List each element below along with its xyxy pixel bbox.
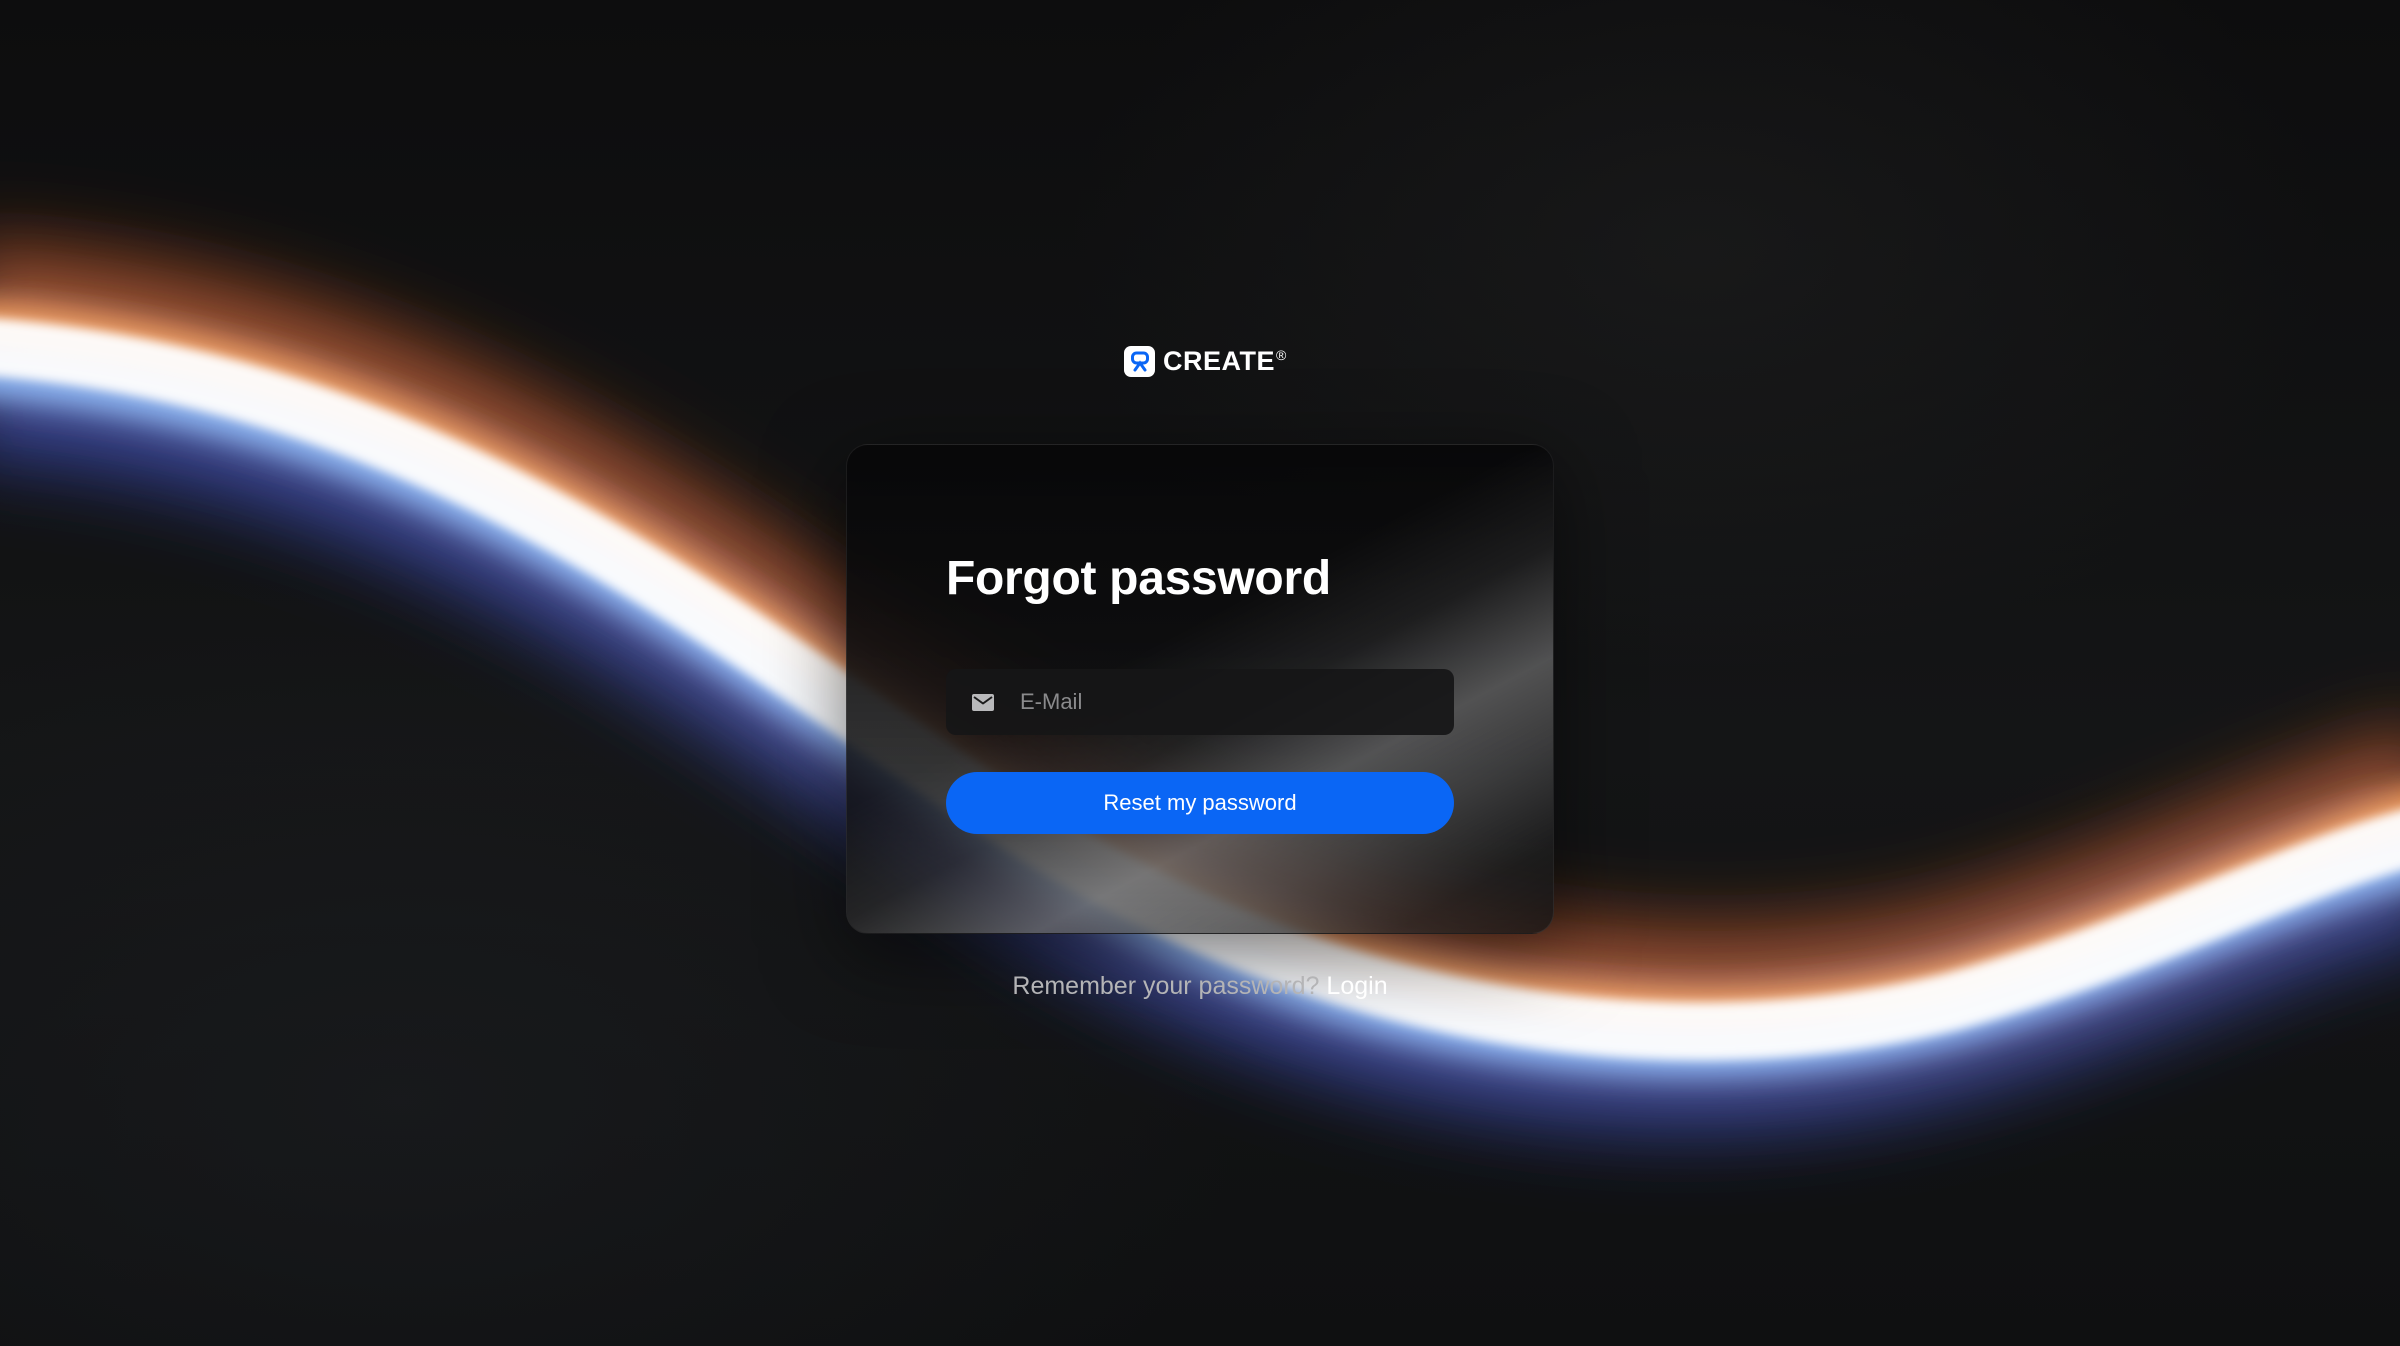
page-title: Forgot password (946, 552, 1331, 605)
brand-name: CREATE® (1163, 345, 1287, 376)
login-page-background: CREATE® Forgot password Reset my passwor… (0, 0, 2400, 1346)
create-logo-icon (1124, 345, 1155, 377)
brand: CREATE® (1124, 344, 1287, 378)
login-link[interactable]: Login (1326, 972, 1387, 1000)
login-prompt-text: Remember your password? (1012, 972, 1320, 1000)
registered-mark: ® (1276, 346, 1287, 363)
login-prompt: Remember your password? Login (0, 972, 2400, 1001)
envelope-icon (972, 693, 994, 711)
reset-password-button[interactable]: Reset my password (946, 772, 1454, 834)
forgot-password-card: Forgot password Reset my password (846, 444, 1554, 934)
email-input[interactable] (1018, 668, 1454, 736)
email-field[interactable] (946, 668, 1454, 736)
